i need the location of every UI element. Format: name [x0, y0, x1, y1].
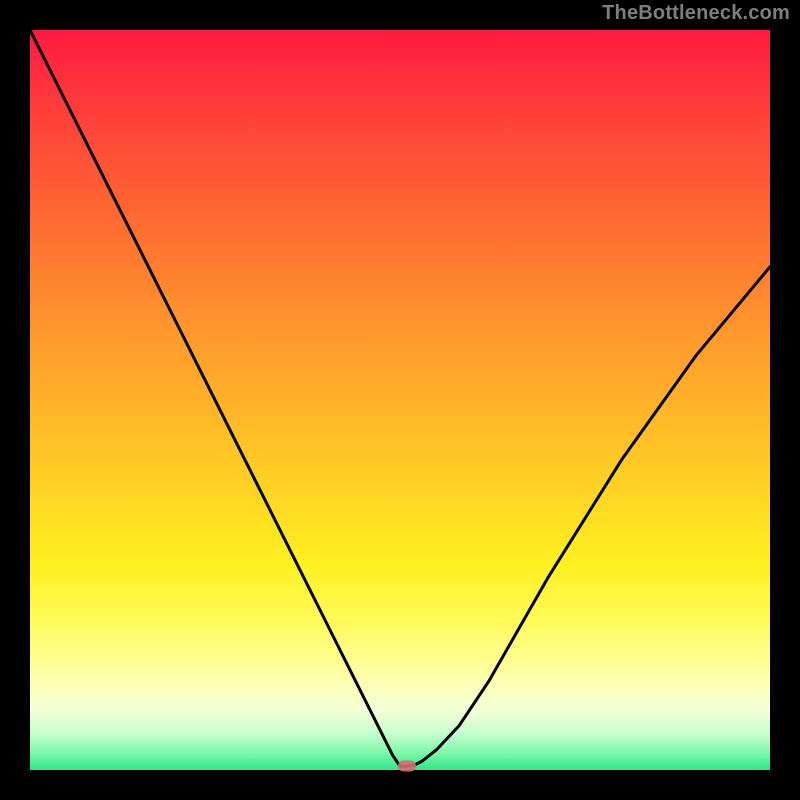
curve-svg [30, 30, 770, 770]
watermark-text: TheBottleneck.com [602, 2, 790, 25]
chart-frame: TheBottleneck.com [0, 0, 800, 800]
plot-area [30, 30, 770, 770]
bottleneck-curve [30, 30, 770, 766]
minimum-marker [398, 761, 416, 772]
